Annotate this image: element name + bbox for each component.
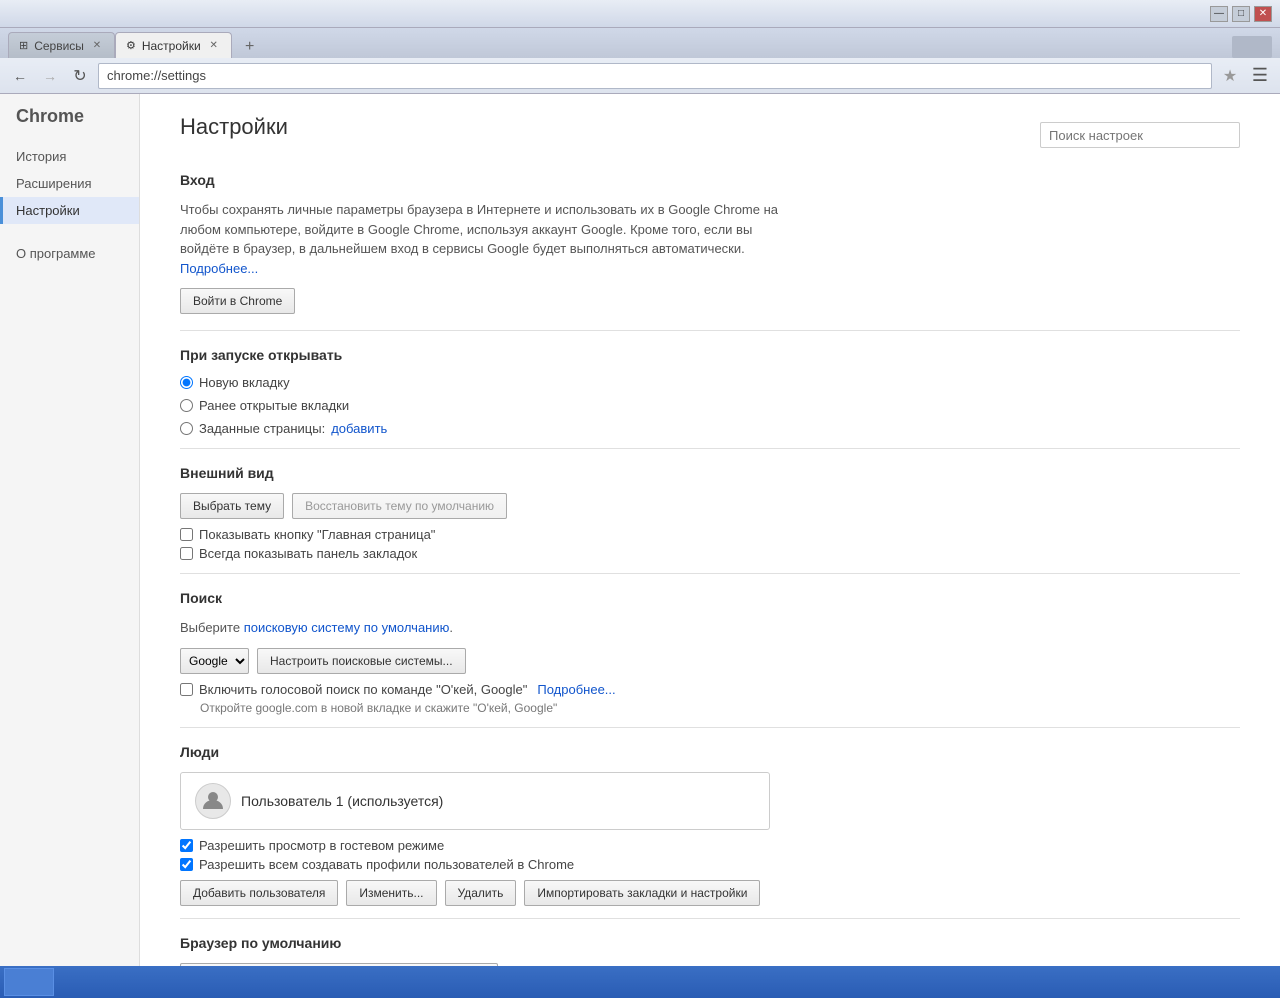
sidebar: Chrome История Расширения Настройки О пр… xyxy=(0,94,140,966)
bookmark-star[interactable]: ★ xyxy=(1218,64,1242,88)
create-profiles-checkbox[interactable] xyxy=(180,858,193,871)
taskbar xyxy=(0,966,1280,998)
browser-window: — □ ✕ ⊞ Сервисы ✕ ⚙ Настройки ✕ + ← → ↻ … xyxy=(0,0,1280,998)
restore-theme-button[interactable]: Восстановить тему по умолчанию xyxy=(292,493,507,519)
import-button[interactable]: Импортировать закладки и настройки xyxy=(524,880,760,906)
divider-startup xyxy=(180,330,1240,331)
search-settings-input[interactable] xyxy=(1040,122,1240,148)
section-title-startup: При запуске открывать xyxy=(180,347,1240,367)
search-description: Выберите поисковую систему по умолчанию. xyxy=(180,618,780,638)
create-profiles-checkbox-label[interactable]: Разрешить всем создавать профили пользов… xyxy=(180,857,1240,872)
startup-options: Новую вкладку Ранее открытые вкладки Зад… xyxy=(180,375,1240,436)
start-button[interactable] xyxy=(4,968,54,996)
forward-button[interactable]: → xyxy=(38,64,62,88)
people-buttons: Добавить пользователя Изменить... Удалит… xyxy=(180,880,1240,906)
minimize-button[interactable]: — xyxy=(1210,6,1228,22)
divider-search xyxy=(180,573,1240,574)
tab-settings-close[interactable]: ✕ xyxy=(207,39,221,53)
tab-services[interactable]: ⊞ Сервисы ✕ xyxy=(8,32,115,58)
user-name: Пользователь 1 (используется) xyxy=(241,793,443,809)
sidebar-item-history[interactable]: История xyxy=(0,143,139,170)
radio-previous-tabs[interactable] xyxy=(180,399,193,412)
sidebar-item-about[interactable]: О программе xyxy=(0,240,139,267)
edit-user-button[interactable]: Изменить... xyxy=(346,880,436,906)
back-button[interactable]: ← xyxy=(8,64,32,88)
voice-search-checkbox-label[interactable]: Включить голосовой поиск по команде "О'к… xyxy=(180,682,1240,697)
startup-option-previous[interactable]: Ранее открытые вкладки xyxy=(180,398,1240,413)
user-card: Пользователь 1 (используется) xyxy=(180,772,770,830)
sidebar-logo: Chrome xyxy=(0,106,139,143)
radio-specific-pages[interactable] xyxy=(180,422,193,435)
settings-favicon: ⚙ xyxy=(126,39,136,52)
section-title-login: Вход xyxy=(180,172,1240,192)
divider-appearance xyxy=(180,448,1240,449)
add-user-button[interactable]: Добавить пользователя xyxy=(180,880,338,906)
voice-search-checkbox[interactable] xyxy=(180,683,193,696)
settings-menu-button[interactable]: ☰ xyxy=(1248,64,1272,88)
voice-search-learn-more-link[interactable]: Подробнее... xyxy=(537,682,615,697)
guest-mode-checkbox-label[interactable]: Разрешить просмотр в гостевом режиме xyxy=(180,838,1240,853)
tab-bar: ⊞ Сервисы ✕ ⚙ Настройки ✕ + xyxy=(0,28,1280,58)
guest-mode-checkbox[interactable] xyxy=(180,839,193,852)
tab-bar-extra xyxy=(1232,36,1272,58)
address-bar: ← → ↻ chrome://settings ★ ☰ xyxy=(0,58,1280,94)
section-title-search: Поиск xyxy=(180,590,1240,610)
settings-header: Настройки xyxy=(180,114,1240,156)
startup-option-new-tab[interactable]: Новую вкладку xyxy=(180,375,1240,390)
search-engine-select[interactable]: Google xyxy=(180,648,249,674)
sidebar-item-settings[interactable]: Настройки xyxy=(0,197,139,224)
tab-services-label: Сервисы xyxy=(34,39,84,53)
divider-default-browser xyxy=(180,918,1240,919)
search-engine-row: Google Настроить поисковые системы... xyxy=(180,648,1240,674)
default-search-engine-link[interactable]: поисковую систему по умолчанию xyxy=(244,620,450,635)
choose-theme-button[interactable]: Выбрать тему xyxy=(180,493,284,519)
page-title: Настройки xyxy=(180,114,288,140)
section-title-people: Люди xyxy=(180,744,1240,764)
radio-new-tab[interactable] xyxy=(180,376,193,389)
voice-search-hint: Откройте google.com в новой вкладке и ск… xyxy=(200,701,1240,715)
url-input[interactable]: chrome://settings xyxy=(98,63,1212,89)
maximize-button[interactable]: □ xyxy=(1232,6,1250,22)
close-button[interactable]: ✕ xyxy=(1254,6,1272,22)
tab-settings[interactable]: ⚙ Настройки ✕ xyxy=(115,32,232,58)
theme-buttons: Выбрать тему Восстановить тему по умолча… xyxy=(180,493,1240,519)
delete-user-button[interactable]: Удалить xyxy=(445,880,517,906)
tab-services-close[interactable]: ✕ xyxy=(90,39,104,53)
show-home-checkbox-label[interactable]: Показывать кнопку "Главная страница" xyxy=(180,527,1240,542)
settings-content: Настройки Вход Чтобы сохранять личные па… xyxy=(140,94,1280,966)
user-avatar-icon xyxy=(201,789,225,813)
section-title-appearance: Внешний вид xyxy=(180,465,1240,485)
startup-add-link[interactable]: добавить xyxy=(331,421,387,436)
reload-button[interactable]: ↻ xyxy=(68,64,92,88)
configure-search-button[interactable]: Настроить поисковые системы... xyxy=(257,648,466,674)
show-bookmarks-checkbox-label[interactable]: Всегда показывать панель закладок xyxy=(180,546,1240,561)
content-area: Chrome История Расширения Настройки О пр… xyxy=(0,94,1280,966)
user-avatar xyxy=(195,783,231,819)
signin-button[interactable]: Войти в Chrome xyxy=(180,288,295,314)
new-tab-button[interactable]: + xyxy=(236,36,264,58)
login-description: Чтобы сохранять личные параметры браузер… xyxy=(180,200,780,278)
services-favicon: ⊞ xyxy=(19,39,28,52)
sidebar-item-extensions[interactable]: Расширения xyxy=(0,170,139,197)
section-title-default-browser: Браузер по умолчанию xyxy=(180,935,1240,955)
login-learn-more-link[interactable]: Подробнее... xyxy=(180,261,258,276)
show-bookmarks-checkbox[interactable] xyxy=(180,547,193,560)
show-home-checkbox[interactable] xyxy=(180,528,193,541)
tab-settings-label: Настройки xyxy=(142,39,201,53)
startup-option-specific[interactable]: Заданные страницы: добавить xyxy=(180,421,1240,436)
divider-people xyxy=(180,727,1240,728)
url-text: chrome://settings xyxy=(107,68,206,83)
title-bar: — □ ✕ xyxy=(0,0,1280,28)
